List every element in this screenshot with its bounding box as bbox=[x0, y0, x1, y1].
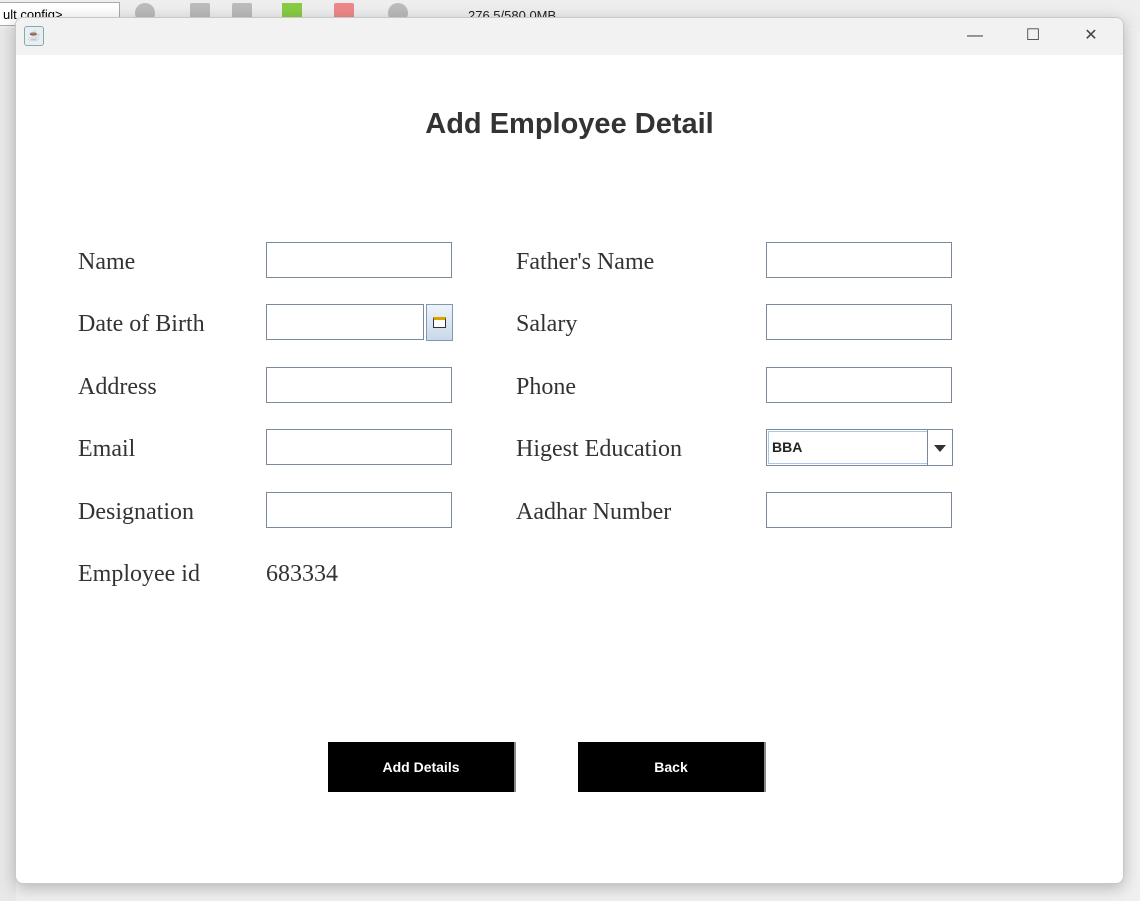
date-picker-button[interactable] bbox=[426, 304, 453, 341]
designation-label: Designation bbox=[78, 499, 194, 525]
email-label: Email bbox=[78, 436, 136, 462]
calendar-icon bbox=[433, 317, 446, 328]
name-input[interactable] bbox=[266, 242, 452, 278]
java-icon: ☕ bbox=[24, 26, 44, 46]
dob-input[interactable] bbox=[266, 304, 424, 340]
add-details-button[interactable]: Add Details bbox=[328, 742, 516, 792]
dob-label: Date of Birth bbox=[78, 311, 205, 337]
fathers-name-label: Father's Name bbox=[516, 249, 655, 275]
back-button[interactable]: Back bbox=[578, 742, 766, 792]
page-title: Add Employee Detail bbox=[425, 108, 714, 140]
phone-input[interactable] bbox=[766, 367, 952, 403]
minimize-button[interactable]: — bbox=[946, 18, 1004, 55]
chevron-down-icon[interactable] bbox=[927, 430, 952, 465]
aadhar-label: Aadhar Number bbox=[516, 499, 672, 525]
salary-input[interactable] bbox=[766, 304, 952, 340]
address-label: Address bbox=[78, 374, 157, 400]
name-label: Name bbox=[78, 249, 136, 275]
phone-label: Phone bbox=[516, 374, 576, 400]
salary-label: Salary bbox=[516, 311, 578, 337]
title-bar: ☕ — ☐ ✕ bbox=[16, 18, 1123, 55]
designation-input[interactable] bbox=[266, 492, 452, 528]
education-label: Higest Education bbox=[516, 436, 682, 462]
add-employee-window: ☕ — ☐ ✕ Add Employee Detail Name Date of… bbox=[15, 17, 1124, 884]
close-button[interactable]: ✕ bbox=[1062, 18, 1120, 55]
fathers-name-input[interactable] bbox=[766, 242, 952, 278]
employee-id-label: Employee id bbox=[78, 561, 200, 587]
aadhar-input[interactable] bbox=[766, 492, 952, 528]
ide-editor-background bbox=[0, 28, 16, 901]
education-selected-value: BBA bbox=[768, 431, 928, 464]
maximize-button[interactable]: ☐ bbox=[1004, 18, 1062, 55]
education-select[interactable]: BBA bbox=[766, 429, 953, 466]
email-input[interactable] bbox=[266, 429, 452, 465]
address-input[interactable] bbox=[266, 367, 452, 403]
employee-id-value: 683334 bbox=[266, 561, 338, 587]
